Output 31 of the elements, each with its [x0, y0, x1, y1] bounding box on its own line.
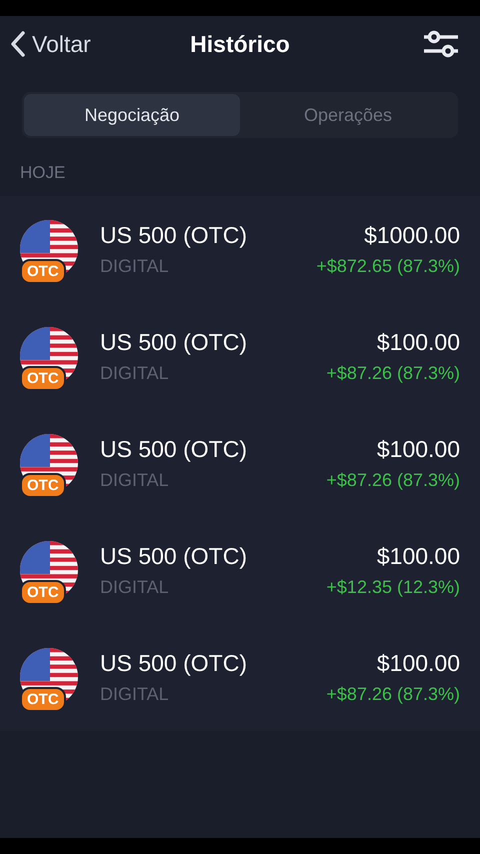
trade-amount: $100.00 [376, 543, 460, 569]
asset-name: US 500 (OTC) [100, 543, 247, 569]
option-type: DIGITAL [100, 256, 170, 276]
asset-name: US 500 (OTC) [100, 329, 247, 355]
otc-badge: OTC [20, 580, 66, 605]
option-type: DIGITAL [100, 577, 170, 597]
otc-badge: OTC [20, 687, 66, 712]
filter-settings-icon[interactable] [422, 30, 460, 58]
profit-value: +$87.26 (87.3%) [326, 363, 460, 383]
profit-value: +$87.26 (87.3%) [326, 470, 460, 490]
option-type: DIGITAL [100, 684, 170, 704]
chevron-left-icon [10, 30, 26, 58]
tab[interactable]: Negociação [24, 94, 240, 136]
screen-title: Histórico [190, 30, 290, 59]
asset-name: US 500 (OTC) [100, 650, 247, 676]
trade-amount: $100.00 [376, 650, 460, 676]
otc-badge: OTC [20, 473, 66, 498]
profit-value: +$87.26 (87.3%) [326, 684, 460, 704]
option-type: DIGITAL [100, 363, 170, 383]
otc-badge: OTC [20, 366, 66, 391]
asset-name: US 500 (OTC) [100, 222, 247, 248]
profit-value: +$872.65 (87.3%) [316, 256, 460, 276]
section-heading: HOJE [20, 162, 66, 184]
trade-amount: $100.00 [376, 436, 460, 462]
trade-amount: $1000.00 [364, 222, 460, 248]
otc-badge: OTC [20, 259, 66, 284]
asset-name: US 500 (OTC) [100, 436, 247, 462]
back-button[interactable]: Voltar [10, 26, 91, 62]
trade-amount: $100.00 [376, 329, 460, 355]
profit-value: +$12.35 (12.3%) [326, 577, 460, 597]
option-type: DIGITAL [100, 470, 170, 490]
